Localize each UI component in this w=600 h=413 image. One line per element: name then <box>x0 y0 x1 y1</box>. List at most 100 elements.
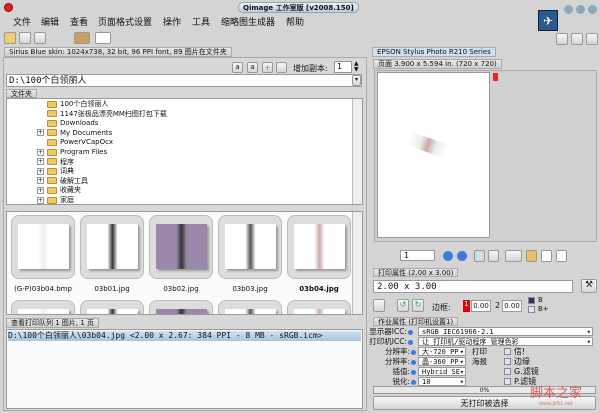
checkbox-icon[interactable] <box>504 378 511 385</box>
tree-item[interactable]: PowerVCapOcx <box>37 137 113 147</box>
option-b[interactable]: B <box>528 296 543 304</box>
minimize-button[interactable] <box>564 5 573 14</box>
tools-button[interactable]: ⚒ <box>581 279 597 293</box>
margin2-input[interactable]: 0.00 <box>502 300 522 312</box>
job-row-select[interactable]: 18 <box>418 377 466 386</box>
copy-button[interactable] <box>276 62 287 73</box>
crop-button[interactable] <box>373 299 385 312</box>
menu-edit[interactable]: 编辑 <box>41 15 59 28</box>
menu-help[interactable]: 帮助 <box>286 15 304 28</box>
cancel-print-button[interactable] <box>586 33 598 45</box>
folder-icon <box>47 186 57 194</box>
job-row-select[interactable]: 大-720 PP <box>418 347 466 356</box>
close-button[interactable] <box>588 5 597 14</box>
open-folder-button[interactable] <box>4 32 16 44</box>
expand-icon[interactable]: + <box>37 158 44 166</box>
thumb-size-b-button[interactable]: a <box>247 62 258 73</box>
rotate-right-button[interactable]: ↻ <box>412 299 424 312</box>
thumbnail[interactable] <box>80 215 144 279</box>
print-icon-button[interactable] <box>571 33 583 45</box>
expand-icon[interactable]: + <box>37 167 44 175</box>
queue-item[interactable]: D:\100个白领丽人\03b04.jpg <2.00 x 2.67: 384 … <box>8 331 361 341</box>
tree-item[interactable]: + Program Files <box>37 147 107 157</box>
preview-image <box>406 131 450 159</box>
copies-spinner[interactable]: ▲ ▼ <box>354 61 359 73</box>
folder-icon <box>47 177 57 185</box>
folder-icon <box>47 196 57 204</box>
path-dropdown-arrow[interactable]: ▾ <box>352 75 361 86</box>
tree-scrollbar[interactable] <box>352 99 362 204</box>
expand-icon[interactable]: + <box>37 196 44 204</box>
expand-icon[interactable]: + <box>37 186 44 194</box>
lock-button[interactable] <box>526 250 537 262</box>
new-page-dropdown-button[interactable] <box>95 32 111 44</box>
thumbnail[interactable] <box>149 300 213 314</box>
tree-item[interactable]: + My Documents <box>37 128 112 138</box>
margin2-label: 2 <box>495 301 501 310</box>
thumbnail-scrollbar[interactable] <box>352 212 362 314</box>
app-icon[interactable] <box>4 3 13 12</box>
option-bplus[interactable]: B+ <box>528 305 549 313</box>
export-button[interactable] <box>34 32 46 44</box>
tree-item[interactable]: 100个白领丽人 <box>37 99 108 109</box>
menu-page-format[interactable]: 页面格式设置 <box>98 15 152 28</box>
checkbox-icon[interactable] <box>504 368 511 375</box>
landscape-button[interactable] <box>488 250 499 262</box>
save-button[interactable] <box>19 32 31 44</box>
printer-tab[interactable]: EPSON Stylus Photo R210 Series <box>372 47 496 57</box>
thumbnail[interactable] <box>80 300 144 314</box>
menu-thumbnail-generator[interactable]: 缩略图生成器 <box>221 15 275 28</box>
maximize-button[interactable] <box>576 5 585 14</box>
thumbnail-image <box>294 309 345 314</box>
rotate-left-button[interactable]: ↺ <box>397 299 409 312</box>
checkbox-icon[interactable] <box>504 348 511 355</box>
menu-tools[interactable]: 工具 <box>192 15 210 28</box>
menu-view[interactable]: 查看 <box>70 15 88 28</box>
watermark: 脚本之家 www.jb51.net <box>530 386 583 407</box>
tree-item[interactable]: Downloads <box>37 118 98 128</box>
job-row-select[interactable]: 晶-360 PP <box>418 357 466 366</box>
job-row-select[interactable]: Hybrid SE <box>418 367 466 376</box>
job-row: 分辨率:晶-360 PP海报 <box>370 357 595 367</box>
thumbnail[interactable] <box>149 215 213 279</box>
thumbnail[interactable] <box>11 215 75 279</box>
expand-icon[interactable]: + <box>37 177 44 185</box>
prev-page-button[interactable] <box>443 251 453 261</box>
tree-item[interactable]: + 家庭 <box>37 195 74 204</box>
thumbnail-label: 03b03.jpg <box>232 285 268 293</box>
app-logo: ✈ <box>538 10 558 31</box>
tree-item[interactable]: + 词典 <box>37 166 74 176</box>
thumbnail[interactable] <box>218 300 282 314</box>
thumbnail[interactable] <box>11 300 75 314</box>
margin1-input[interactable]: 0.00 <box>471 300 491 312</box>
page-select[interactable]: 1 <box>400 250 435 261</box>
edit-icon-button[interactable] <box>556 33 568 45</box>
page-setup-button[interactable] <box>556 250 567 262</box>
thumb-size-a-button[interactable]: a <box>232 62 243 73</box>
page-button[interactable] <box>541 250 552 262</box>
menu-operation[interactable]: 操作 <box>163 15 181 28</box>
window-title: Qimage 工作室版 [v2008.150] <box>238 2 359 13</box>
tree-item[interactable]: + 破解工具 <box>37 176 88 186</box>
menu-file[interactable]: 文件 <box>13 15 31 28</box>
portrait-button[interactable] <box>474 250 485 262</box>
tree-item[interactable]: + 收藏夹 <box>37 185 81 195</box>
add-button[interactable]: + <box>262 62 273 73</box>
page-preview <box>377 72 490 238</box>
job-row-select[interactable]: 让 打印机/驱动程序 管理色彩 <box>418 337 593 346</box>
thumbnail[interactable] <box>218 215 282 279</box>
thumbnail[interactable] <box>287 215 351 279</box>
tree-item[interactable]: 1147张极品漂亮MM扫图打包下载 <box>37 109 167 119</box>
job-row-select[interactable]: sRGB IEC61966-2.1 <box>418 327 593 336</box>
expand-icon[interactable]: + <box>37 148 44 156</box>
tool-dropdown-button[interactable] <box>74 32 90 44</box>
copies-input[interactable]: 1 <box>334 61 352 73</box>
expand-icon[interactable]: + <box>37 129 44 137</box>
print-size-combo[interactable]: 2.00 x 3.00 <box>373 280 573 293</box>
checkbox-icon[interactable] <box>504 358 511 365</box>
path-combo[interactable]: D:\100个白领丽人 <box>6 74 362 87</box>
thumbnail[interactable] <box>287 300 351 314</box>
tree-item[interactable]: + 程序 <box>37 157 74 167</box>
next-page-button[interactable] <box>457 251 467 261</box>
layout-dropdown-button[interactable] <box>505 250 522 262</box>
